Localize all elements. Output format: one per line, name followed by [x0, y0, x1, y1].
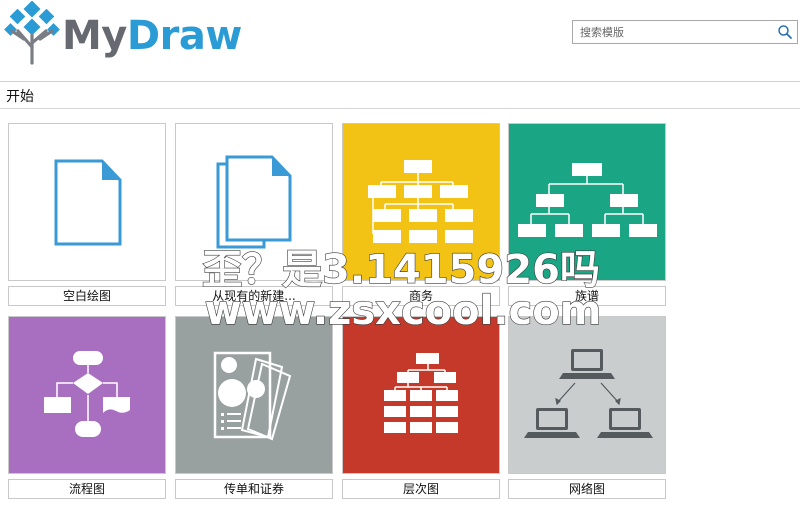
divider	[0, 108, 800, 109]
logo[interactable]: MyDraw	[4, 0, 242, 66]
template-label[interactable]: 流程图	[8, 479, 166, 499]
template-thumbnail[interactable]	[175, 123, 333, 281]
template-tile-hierarchy[interactable]: 层次图	[342, 316, 500, 499]
section-title: 开始	[6, 89, 34, 105]
tree-logo-icon	[4, 1, 60, 65]
blank-document-icon	[54, 159, 122, 246]
hierarchy-icon	[384, 353, 458, 433]
template-tile-flowchart[interactable]: 流程图	[8, 316, 166, 499]
template-tile-business[interactable]: 商务	[342, 123, 500, 306]
template-tile-flyers[interactable]: 传单和证券	[175, 316, 333, 499]
flyer-icon	[213, 351, 292, 441]
template-label[interactable]: 商务	[342, 286, 500, 306]
search-box	[572, 20, 798, 44]
template-label[interactable]: 网络图	[508, 479, 666, 499]
search-icon[interactable]	[777, 24, 793, 40]
network-icon	[524, 349, 653, 438]
template-label[interactable]: 族谱	[508, 286, 666, 306]
template-label[interactable]: 传单和证券	[175, 479, 333, 499]
logo-my: My	[62, 13, 127, 59]
copy-documents-icon	[216, 155, 292, 249]
template-tile-from-existing[interactable]: 从现有的新建...	[175, 123, 333, 306]
template-thumbnail[interactable]	[342, 123, 500, 281]
org-chart-icon	[368, 160, 473, 243]
logo-draw: Draw	[126, 13, 242, 59]
template-thumbnail[interactable]	[342, 316, 500, 474]
logo-text: MyDraw	[62, 13, 242, 59]
template-label[interactable]: 空白绘图	[8, 286, 166, 306]
template-label[interactable]: 从现有的新建...	[175, 286, 333, 306]
template-thumbnail[interactable]	[508, 316, 666, 474]
header: MyDraw	[0, 0, 800, 82]
template-tile-family-tree[interactable]: 族谱	[508, 123, 666, 306]
template-tile-blank[interactable]: 空白绘图	[8, 123, 166, 306]
template-thumbnail[interactable]	[8, 123, 166, 281]
family-tree-icon	[518, 163, 657, 237]
template-thumbnail[interactable]	[8, 316, 166, 474]
flowchart-icon	[44, 351, 130, 437]
template-tile-network[interactable]: 网络图	[508, 316, 666, 499]
search-input[interactable]	[573, 21, 773, 43]
template-thumbnail[interactable]	[508, 123, 666, 281]
template-thumbnail[interactable]	[175, 316, 333, 474]
template-label[interactable]: 层次图	[342, 479, 500, 499]
